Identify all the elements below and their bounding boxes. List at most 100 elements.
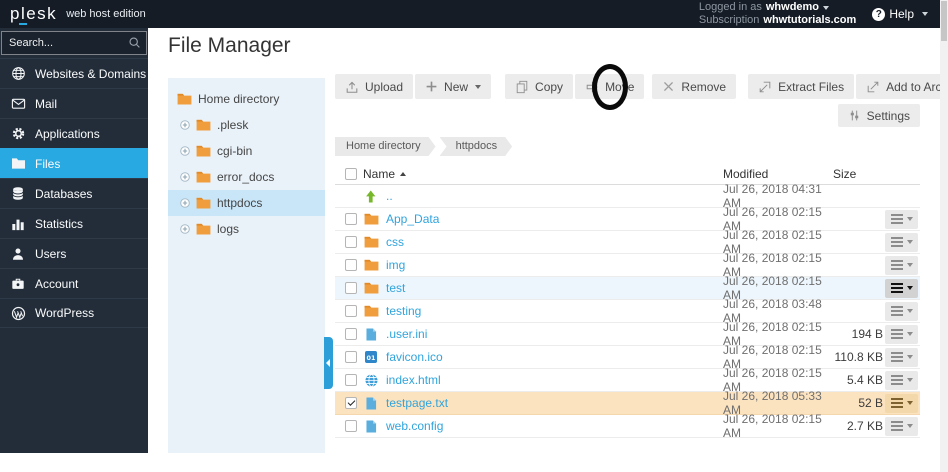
button-label: Extract Files [778, 79, 845, 94]
user-menu[interactable]: whwdemo [766, 1, 830, 13]
row-menu-button[interactable] [885, 278, 918, 298]
sidebar-item-files[interactable]: Files [0, 148, 148, 178]
row-menu-button[interactable] [885, 324, 918, 344]
row-checkbox[interactable] [345, 305, 357, 317]
tree-item-logs[interactable]: logs [168, 216, 325, 242]
tree-item-plesk[interactable]: .plesk [168, 112, 325, 138]
row-checkbox[interactable] [345, 374, 357, 386]
page-title: File Manager [168, 34, 291, 57]
settings-button[interactable]: Settings [837, 104, 920, 127]
new-button[interactable]: New [415, 74, 492, 99]
logged-in-label: Logged in as [698, 1, 762, 13]
tree-item-error-docs[interactable]: error_docs [168, 164, 325, 190]
chevron-down-icon [906, 286, 913, 290]
table-row[interactable]: css Jul 26, 2018 02:15 AM [335, 228, 920, 256]
row-menu-button[interactable] [885, 209, 918, 229]
sidebar-item-databases[interactable]: Databases [0, 178, 148, 208]
table-row[interactable]: 01 favicon.ico Jul 26, 2018 02:15 AM 110.8 … [335, 343, 920, 371]
table-row[interactable]: App_Data Jul 26, 2018 02:15 AM [335, 205, 920, 233]
table-row[interactable]: testpage.txt Jul 26, 2018 05:33 AM 52 B [335, 389, 920, 417]
expand-icon[interactable] [180, 224, 190, 234]
svg-text:01: 01 [367, 354, 376, 362]
table-row[interactable]: web.config Jul 26, 2018 02:15 AM 2.7 KB [335, 412, 920, 440]
column-header-name[interactable]: Name [363, 167, 407, 181]
button-label: Move [605, 79, 635, 94]
chevron-down-icon [906, 332, 913, 336]
breadcrumb-item-httpdocs[interactable]: httpdocs [440, 137, 513, 156]
file-name-link[interactable]: testpage.txt [386, 396, 448, 410]
sidebar-item-label: Applications [35, 126, 100, 141]
upload-button[interactable]: Upload [335, 74, 414, 99]
table-row[interactable]: .. Jul 26, 2018 04:31 AM [335, 182, 920, 210]
file-name-link[interactable]: css [386, 235, 404, 249]
row-checkbox[interactable] [345, 351, 357, 363]
content-area: File Manager Home directory .plesk cgi-bin… [148, 28, 948, 472]
row-menu-button[interactable] [885, 347, 918, 367]
file-name-link[interactable]: .. [386, 189, 393, 203]
row-checkbox[interactable] [345, 420, 357, 432]
expand-icon[interactable] [180, 198, 190, 208]
select-all-checkbox[interactable] [345, 167, 357, 180]
column-header-size[interactable]: Size [831, 167, 883, 181]
table-row[interactable]: index.html Jul 26, 2018 02:15 AM 5.4 KB [335, 366, 920, 394]
tree-item-cgi-bin[interactable]: cgi-bin [168, 138, 325, 164]
copy-button[interactable]: Copy [505, 74, 574, 99]
add-to-archive-button[interactable]: Add to Archive [856, 74, 948, 99]
gear-icon [10, 126, 26, 141]
tree-collapse-handle[interactable] [324, 337, 333, 389]
plesk-logo[interactable]: plesk [10, 4, 57, 25]
extract-files-button[interactable]: Extract Files [748, 74, 855, 99]
row-menu-button[interactable] [885, 393, 918, 413]
search-input[interactable] [1, 31, 147, 55]
scrollbar[interactable] [940, 0, 948, 472]
row-menu-button[interactable] [885, 416, 918, 436]
sidebar-item-wordpress[interactable]: WordPress [0, 298, 148, 328]
sidebar-item-applications[interactable]: Applications [0, 118, 148, 148]
row-checkbox[interactable] [345, 236, 357, 248]
scrollbar-thumb[interactable] [941, 1, 947, 41]
breadcrumb: Home directory httpdocs [335, 137, 920, 156]
row-menu-button[interactable] [885, 301, 918, 321]
sidebar-item-statistics[interactable]: Statistics [0, 208, 148, 238]
row-checkbox[interactable] [345, 213, 357, 225]
expand-icon[interactable] [180, 146, 190, 156]
file-name-link[interactable]: test [386, 281, 405, 295]
chevron-down-icon [906, 217, 913, 221]
help-button[interactable]: ? Help [872, 7, 928, 21]
file-name-link[interactable]: .user.ini [386, 327, 427, 341]
breadcrumb-item-home-directory[interactable]: Home directory [335, 137, 436, 156]
file-name-link[interactable]: favicon.ico [386, 350, 443, 364]
table-row[interactable]: test Jul 26, 2018 02:15 AM [335, 274, 920, 302]
sidebar-item-mail[interactable]: Mail [0, 88, 148, 118]
column-header-modified[interactable]: Modified [719, 167, 831, 181]
folder-icon [363, 305, 379, 317]
row-checkbox[interactable] [345, 282, 357, 294]
move-button[interactable]: Move [575, 74, 645, 99]
row-checkbox[interactable] [345, 259, 357, 271]
expand-icon[interactable] [180, 172, 190, 182]
row-menu-button[interactable] [885, 370, 918, 390]
sidebar-item-users[interactable]: Users [0, 238, 148, 268]
file-name-link[interactable]: App_Data [386, 212, 439, 226]
chevron-down-icon [906, 378, 913, 382]
table-row[interactable]: .user.ini Jul 26, 2018 02:15 AM 194 B [335, 320, 920, 348]
file-name-link[interactable]: img [386, 258, 405, 272]
chevron-down-icon [906, 355, 913, 359]
file-icon [363, 328, 379, 341]
file-name-link[interactable]: index.html [386, 373, 441, 387]
row-checkbox[interactable] [345, 397, 357, 409]
sidebar-item-websites-domains[interactable]: Websites & Domains [0, 58, 148, 88]
file-name-link[interactable]: testing [386, 304, 421, 318]
table-row[interactable]: img Jul 26, 2018 02:15 AM [335, 251, 920, 279]
tree-item-httpdocs[interactable]: httpdocs [168, 190, 325, 216]
file-name-link[interactable]: web.config [386, 419, 443, 433]
row-menu-button[interactable] [885, 232, 918, 252]
row-checkbox[interactable] [345, 328, 357, 340]
sidebar-item-account[interactable]: Account [0, 268, 148, 298]
table-row[interactable]: testing Jul 26, 2018 03:48 AM [335, 297, 920, 325]
expand-icon[interactable] [180, 120, 190, 130]
button-label: Remove [681, 79, 727, 94]
row-menu-button[interactable] [885, 255, 918, 275]
remove-button[interactable]: Remove [652, 74, 737, 99]
tree-item-home-directory[interactable]: Home directory [168, 86, 325, 112]
